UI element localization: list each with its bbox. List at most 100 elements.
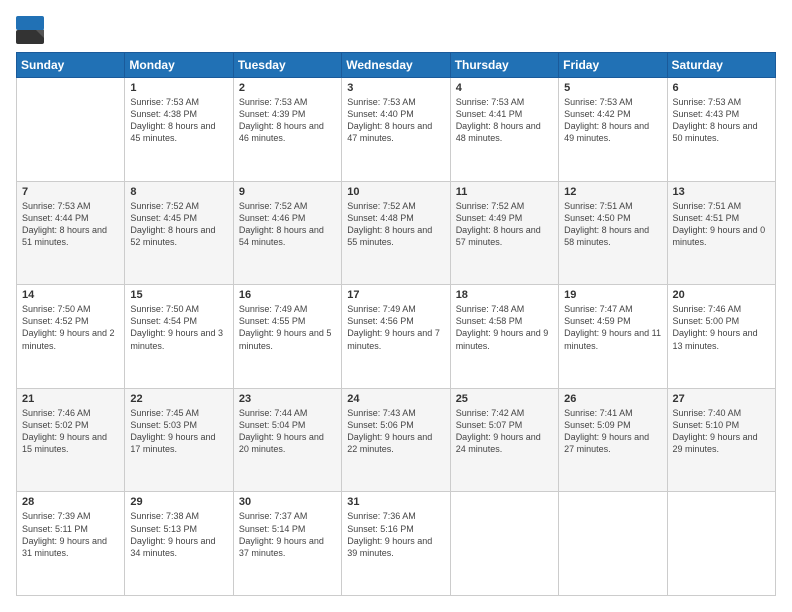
calendar-cell: 17Sunrise: 7:49 AMSunset: 4:56 PMDayligh… [342,285,450,389]
day-number: 14 [22,289,119,301]
calendar-cell: 16 Sunrise: 7:49 AMSunset: 4:55 PMDayligh… [233,285,341,389]
calendar-cell: 20Sunrise: 7:46 AMSunset: 5:00 PMDayligh… [667,285,775,389]
day-number: 29 [130,496,227,508]
weekday-header: Wednesday [342,53,450,78]
day-info: Sunrise: 7:44 AMSunset: 5:04 PMDaylight:… [239,407,336,456]
calendar-cell: 12 Sunrise: 7:51 AMSunset: 4:50 PMDayligh… [559,181,667,285]
calendar-cell: 3Sunrise: 7:53 AMSunset: 4:40 PMDaylight… [342,78,450,182]
day-info: Sunrise: 7:53 AMSunset: 4:38 PMDaylight:… [130,96,227,145]
day-info: Sunrise: 7:50 AMSunset: 4:52 PMDaylight:… [22,303,119,352]
calendar-header: SundayMondayTuesdayWednesdayThursdayFrid… [17,53,776,78]
calendar-cell: 23Sunrise: 7:44 AMSunset: 5:04 PMDayligh… [233,388,341,492]
calendar-body: 1 Sunrise: 7:53 AMSunset: 4:38 PMDaylight… [17,78,776,596]
calendar-cell [559,492,667,596]
day-info: Sunrise: 7:53 AMSunset: 4:42 PMDaylight:… [564,96,661,145]
day-info: Sunrise: 7:53 AMSunset: 4:44 PMDaylight:… [22,200,119,249]
day-number: 22 [130,393,227,405]
day-number: 18 [456,289,553,301]
day-info: Sunrise: 7:53 AMSunset: 4:40 PMDaylight:… [347,96,444,145]
calendar-cell: 6 Sunrise: 7:53 AMSunset: 4:43 PMDaylight… [667,78,775,182]
day-number: 16 [239,289,336,301]
day-number: 10 [347,186,444,198]
day-info: Sunrise: 7:43 AMSunset: 5:06 PMDaylight:… [347,407,444,456]
day-number: 30 [239,496,336,508]
calendar-cell: 11 Sunrise: 7:52 AMSunset: 4:49 PMDayligh… [450,181,558,285]
day-number: 19 [564,289,661,301]
calendar-week-row: 21 Sunrise: 7:46 AMSunset: 5:02 PMDayligh… [17,388,776,492]
day-number: 31 [347,496,444,508]
calendar-cell: 5 Sunrise: 7:53 AMSunset: 4:42 PMDaylight… [559,78,667,182]
day-number: 13 [673,186,770,198]
day-info: Sunrise: 7:36 AMSunset: 5:16 PMDaylight:… [347,510,444,559]
calendar-cell: 18 Sunrise: 7:48 AMSunset: 4:58 PMDayligh… [450,285,558,389]
day-number: 2 [239,82,336,94]
day-info: Sunrise: 7:53 AMSunset: 4:43 PMDaylight:… [673,96,770,145]
logo-icon [16,16,44,44]
day-info: Sunrise: 7:40 AMSunset: 5:10 PMDaylight:… [673,407,770,456]
calendar-week-row: 28 Sunrise: 7:39 AMSunset: 5:11 PMDayligh… [17,492,776,596]
day-number: 4 [456,82,553,94]
day-info: Sunrise: 7:53 AMSunset: 4:41 PMDaylight:… [456,96,553,145]
day-info: Sunrise: 7:52 AMSunset: 4:49 PMDaylight:… [456,200,553,249]
calendar-cell: 8 Sunrise: 7:52 AMSunset: 4:45 PMDaylight… [125,181,233,285]
calendar-cell: 2 Sunrise: 7:53 AMSunset: 4:39 PMDaylight… [233,78,341,182]
calendar-cell: 30 Sunrise: 7:37 AMSunset: 5:14 PMDayligh… [233,492,341,596]
day-info: Sunrise: 7:46 AMSunset: 5:02 PMDaylight:… [22,407,119,456]
day-number: 8 [130,186,227,198]
day-number: 24 [347,393,444,405]
weekday-header: Sunday [17,53,125,78]
day-info: Sunrise: 7:50 AMSunset: 4:54 PMDaylight:… [130,303,227,352]
day-info: Sunrise: 7:37 AMSunset: 5:14 PMDaylight:… [239,510,336,559]
day-number: 11 [456,186,553,198]
day-number: 5 [564,82,661,94]
calendar-cell [17,78,125,182]
calendar-cell: 1 Sunrise: 7:53 AMSunset: 4:38 PMDaylight… [125,78,233,182]
day-info: Sunrise: 7:51 AMSunset: 4:50 PMDaylight:… [564,200,661,249]
day-number: 26 [564,393,661,405]
calendar-cell [667,492,775,596]
day-number: 21 [22,393,119,405]
weekday-header: Friday [559,53,667,78]
day-number: 6 [673,82,770,94]
weekday-header: Thursday [450,53,558,78]
day-number: 7 [22,186,119,198]
day-info: Sunrise: 7:52 AMSunset: 4:48 PMDaylight:… [347,200,444,249]
calendar-cell: 29Sunrise: 7:38 AMSunset: 5:13 PMDayligh… [125,492,233,596]
day-number: 1 [130,82,227,94]
header [16,16,776,44]
calendar-cell: 28 Sunrise: 7:39 AMSunset: 5:11 PMDayligh… [17,492,125,596]
weekday-header: Tuesday [233,53,341,78]
calendar-cell: 10 Sunrise: 7:52 AMSunset: 4:48 PMDayligh… [342,181,450,285]
day-info: Sunrise: 7:39 AMSunset: 5:11 PMDaylight:… [22,510,119,559]
weekday-row: SundayMondayTuesdayWednesdayThursdayFrid… [17,53,776,78]
calendar-cell: 27 Sunrise: 7:40 AMSunset: 5:10 PMDayligh… [667,388,775,492]
day-number: 9 [239,186,336,198]
day-number: 28 [22,496,119,508]
calendar-cell: 15 Sunrise: 7:50 AMSunset: 4:54 PMDayligh… [125,285,233,389]
day-number: 15 [130,289,227,301]
weekday-header: Saturday [667,53,775,78]
calendar-cell: 24 Sunrise: 7:43 AMSunset: 5:06 PMDayligh… [342,388,450,492]
calendar-cell: 26Sunrise: 7:41 AMSunset: 5:09 PMDayligh… [559,388,667,492]
calendar-cell: 4 Sunrise: 7:53 AMSunset: 4:41 PMDaylight… [450,78,558,182]
calendar-week-row: 14 Sunrise: 7:50 AMSunset: 4:52 PMDayligh… [17,285,776,389]
calendar-cell: 13 Sunrise: 7:51 AMSunset: 4:51 PMDayligh… [667,181,775,285]
weekday-header: Monday [125,53,233,78]
day-info: Sunrise: 7:51 AMSunset: 4:51 PMDaylight:… [673,200,770,249]
day-info: Sunrise: 7:52 AMSunset: 4:46 PMDaylight:… [239,200,336,249]
day-info: Sunrise: 7:46 AMSunset: 5:00 PMDaylight:… [673,303,770,352]
calendar-cell: 25 Sunrise: 7:42 AMSunset: 5:07 PMDayligh… [450,388,558,492]
day-number: 12 [564,186,661,198]
calendar-week-row: 7 Sunrise: 7:53 AMSunset: 4:44 PMDaylight… [17,181,776,285]
day-info: Sunrise: 7:49 AMSunset: 4:55 PMDaylight:… [239,303,336,352]
calendar-cell: 7 Sunrise: 7:53 AMSunset: 4:44 PMDaylight… [17,181,125,285]
day-info: Sunrise: 7:53 AMSunset: 4:39 PMDaylight:… [239,96,336,145]
day-number: 27 [673,393,770,405]
page: SundayMondayTuesdayWednesdayThursdayFrid… [0,0,792,612]
day-info: Sunrise: 7:48 AMSunset: 4:58 PMDaylight:… [456,303,553,352]
day-info: Sunrise: 7:52 AMSunset: 4:45 PMDaylight:… [130,200,227,249]
calendar-cell: 21 Sunrise: 7:46 AMSunset: 5:02 PMDayligh… [17,388,125,492]
day-info: Sunrise: 7:42 AMSunset: 5:07 PMDaylight:… [456,407,553,456]
day-number: 25 [456,393,553,405]
calendar-week-row: 1 Sunrise: 7:53 AMSunset: 4:38 PMDaylight… [17,78,776,182]
